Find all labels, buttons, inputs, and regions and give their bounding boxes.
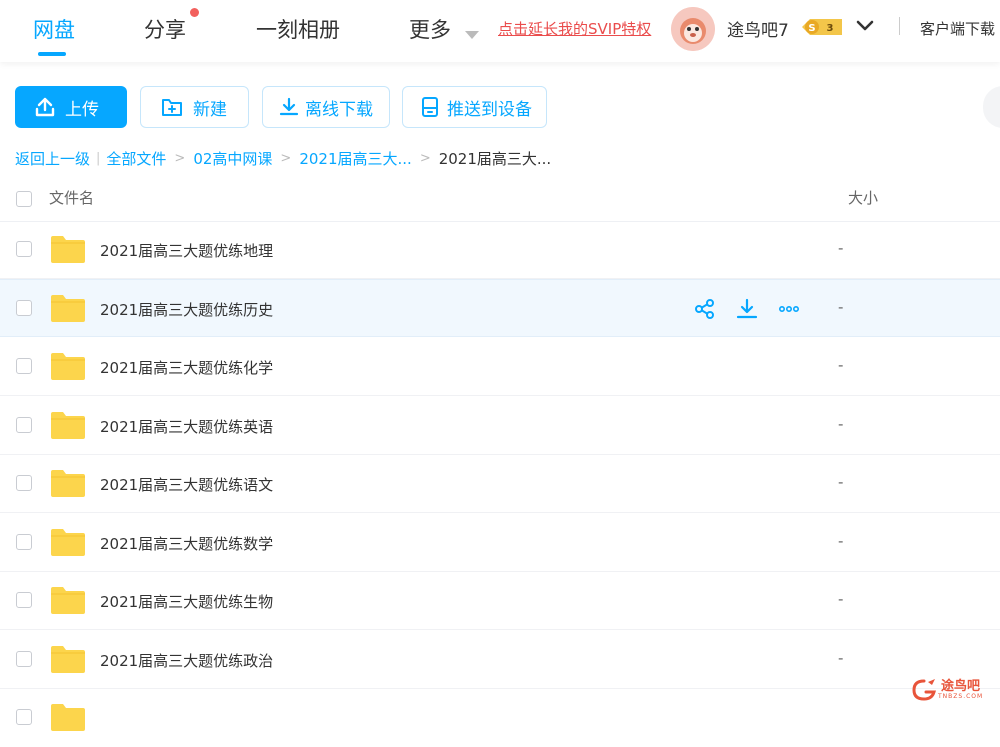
file-size: -	[838, 532, 844, 550]
new-label: 新建	[193, 99, 227, 120]
breadcrumb-item-current: 2021届高三大...	[438, 150, 552, 168]
folder-icon	[50, 351, 86, 385]
breadcrumb-item-all-files[interactable]: 全部文件	[106, 148, 166, 169]
caret-down-icon[interactable]	[465, 24, 479, 43]
row-checkbox[interactable]	[16, 475, 32, 491]
breadcrumb-item-parent[interactable]: 2021届高三大...	[299, 148, 411, 169]
nav-active-indicator	[38, 52, 66, 56]
folder-icon	[50, 702, 86, 736]
file-row[interactable]: 2021届高三大题优练生物 -	[0, 572, 1000, 630]
file-size: -	[838, 239, 844, 257]
folder-icon	[50, 527, 86, 561]
file-row[interactable]: 2021届高三大题优练语文 -	[0, 455, 1000, 513]
row-checkbox[interactable]	[16, 300, 32, 316]
upload-button[interactable]: 上传	[15, 86, 127, 128]
folder-icon	[50, 293, 86, 327]
chevron-down-icon[interactable]	[856, 18, 874, 37]
file-size: -	[838, 473, 844, 491]
avatar[interactable]	[671, 7, 715, 51]
nav-share[interactable]: 分享	[144, 14, 186, 44]
notification-dot	[190, 8, 199, 17]
column-header-name[interactable]: 文件名	[49, 187, 94, 208]
nav-divider	[899, 17, 900, 35]
file-row-partial[interactable]	[0, 689, 1000, 747]
row-checkbox[interactable]	[16, 709, 32, 725]
offline-download-label: 离线下载	[305, 99, 373, 120]
file-size: -	[838, 415, 844, 433]
file-list-header: 文件名 大小	[0, 177, 1000, 222]
client-download-link[interactable]: 客户端下载	[920, 18, 995, 39]
file-row[interactable]: 2021届高三大题优练历史 -	[0, 279, 1000, 337]
column-header-size[interactable]: 大小	[848, 187, 878, 208]
breadcrumb: 返回上一级 | 全部文件 > 02高中网课 > 2021届高三大... > 20…	[15, 148, 551, 169]
watermark-logo: 途鸟吧 TNBZS.COM	[910, 678, 983, 702]
file-name[interactable]: 2021届高三大题优练化学	[100, 357, 273, 378]
file-name[interactable]: 2021届高三大题优练历史	[100, 299, 273, 320]
watermark-text: 途鸟吧	[941, 678, 981, 694]
more-icon[interactable]	[778, 298, 800, 320]
offline-download-button[interactable]: 离线下载	[262, 86, 390, 128]
row-checkbox[interactable]	[16, 417, 32, 433]
upload-label: 上传	[65, 99, 99, 120]
file-row[interactable]: 2021届高三大题优练英语 -	[0, 397, 1000, 455]
select-all-checkbox[interactable]	[16, 191, 32, 207]
svip-renew-link[interactable]: 点击延长我的SVIP特权	[498, 18, 651, 39]
file-row[interactable]: 2021届高三大题优练地理 -	[0, 221, 1000, 279]
row-checkbox[interactable]	[16, 358, 32, 374]
breadcrumb-item-02[interactable]: 02高中网课	[193, 148, 272, 169]
watermark-subtext: TNBZS.COM	[938, 692, 984, 700]
search-box[interactable]	[983, 86, 1000, 128]
bird-logo-icon	[912, 679, 936, 701]
file-row[interactable]: 2021届高三大题优练化学 -	[0, 338, 1000, 396]
push-to-device-label: 推送到设备	[447, 99, 532, 120]
file-name[interactable]: 2021届高三大题优练数学	[100, 533, 273, 554]
breadcrumb-divider: |	[96, 151, 101, 166]
breadcrumb-arrow-icon: >	[174, 151, 186, 166]
download-icon[interactable]	[736, 298, 758, 320]
folder-icon	[50, 410, 86, 444]
breadcrumb-arrow-icon: >	[280, 151, 292, 166]
file-name[interactable]: 2021届高三大题优练地理	[100, 240, 273, 261]
file-name[interactable]: 2021届高三大题优练政治	[100, 650, 273, 671]
vip-level: 3	[827, 23, 834, 34]
nav-album[interactable]: 一刻相册	[256, 14, 340, 44]
row-checkbox[interactable]	[16, 651, 32, 667]
file-row[interactable]: 2021届高三大题优练数学 -	[0, 514, 1000, 572]
file-name[interactable]: 2021届高三大题优练语文	[100, 474, 273, 495]
upload-icon	[35, 97, 55, 117]
breadcrumb-back[interactable]: 返回上一级	[15, 148, 90, 169]
device-icon	[421, 97, 439, 117]
new-button[interactable]: 新建	[140, 86, 249, 128]
nav-netdisk[interactable]: 网盘	[33, 14, 75, 44]
row-actions	[694, 298, 820, 320]
share-icon[interactable]	[694, 298, 716, 320]
username[interactable]: 途鸟吧7	[727, 16, 789, 41]
file-name[interactable]: 2021届高三大题优练英语	[100, 416, 273, 437]
file-size: -	[838, 298, 844, 316]
download-icon	[279, 97, 299, 117]
nav-more[interactable]: 更多	[409, 14, 451, 44]
folder-icon	[50, 234, 86, 268]
vip-letter: S	[808, 23, 815, 34]
row-checkbox[interactable]	[16, 534, 32, 550]
file-row[interactable]: 2021届高三大题优练政治 -	[0, 631, 1000, 689]
row-checkbox[interactable]	[16, 592, 32, 608]
folder-icon	[50, 468, 86, 502]
vip-badge[interactable]: S 3	[800, 17, 844, 41]
row-checkbox[interactable]	[16, 241, 32, 257]
breadcrumb-arrow-icon: >	[419, 151, 431, 166]
folder-icon	[50, 585, 86, 619]
push-to-device-button[interactable]: 推送到设备	[402, 86, 547, 128]
top-navigation: 网盘 分享 一刻相册 更多 点击延长我的SVIP特权 途鸟吧7 S 3 客户端下…	[0, 0, 1000, 62]
file-name[interactable]: 2021届高三大题优练生物	[100, 591, 273, 612]
file-size: -	[838, 356, 844, 374]
folder-icon	[50, 644, 86, 678]
file-size: -	[838, 649, 844, 667]
new-folder-icon	[161, 97, 183, 117]
file-size: -	[838, 590, 844, 608]
